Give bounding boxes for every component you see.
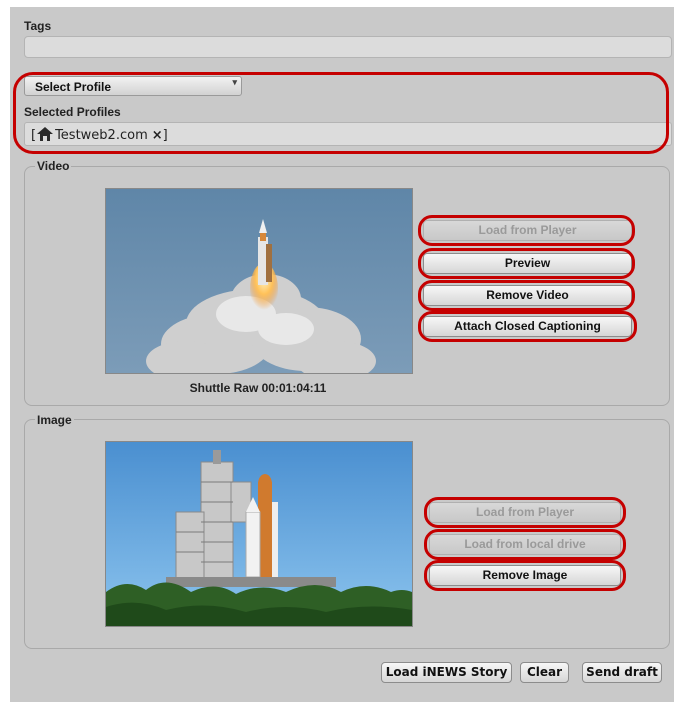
selected-profiles-label: Selected Profiles (24, 105, 121, 119)
send-draft-button[interactable]: Send draft (582, 662, 662, 683)
selected-profiles-box: [ Testweb2.com ×] (24, 122, 672, 146)
select-profile-label: Select Profile (35, 80, 112, 94)
image-legend: Image (35, 413, 74, 427)
chevron-down-icon: ▾ (232, 77, 237, 87)
remove-image-button[interactable]: Remove Image (429, 565, 621, 586)
tags-label: Tags (24, 19, 52, 33)
profile-chip-label: Testweb2.com (55, 128, 148, 143)
load-inews-story-button[interactable]: Load iNEWS Story (381, 662, 512, 683)
bracket-open: [ (31, 128, 37, 143)
remove-profile-icon[interactable]: × (152, 128, 163, 143)
home-icon (37, 127, 54, 145)
video-load-from-player-button[interactable]: Load from Player (423, 220, 632, 241)
clear-button[interactable]: Clear (520, 662, 569, 683)
attach-closed-captioning-button[interactable]: Attach Closed Captioning (423, 316, 632, 337)
video-caption: Shuttle Raw 00:01:04:11 (189, 381, 327, 395)
select-profile-dropdown[interactable]: Select Profile ▾ (24, 76, 242, 96)
image-thumbnail (105, 441, 413, 627)
bracket-close: ] (162, 128, 168, 143)
load-from-local-drive-button[interactable]: Load from local drive (429, 534, 621, 555)
image-load-from-player-button[interactable]: Load from Player (429, 502, 621, 523)
tags-input[interactable] (24, 36, 672, 58)
remove-video-button[interactable]: Remove Video (423, 285, 632, 306)
video-thumbnail (105, 188, 413, 374)
video-legend: Video (35, 159, 72, 173)
preview-button[interactable]: Preview (423, 253, 632, 274)
